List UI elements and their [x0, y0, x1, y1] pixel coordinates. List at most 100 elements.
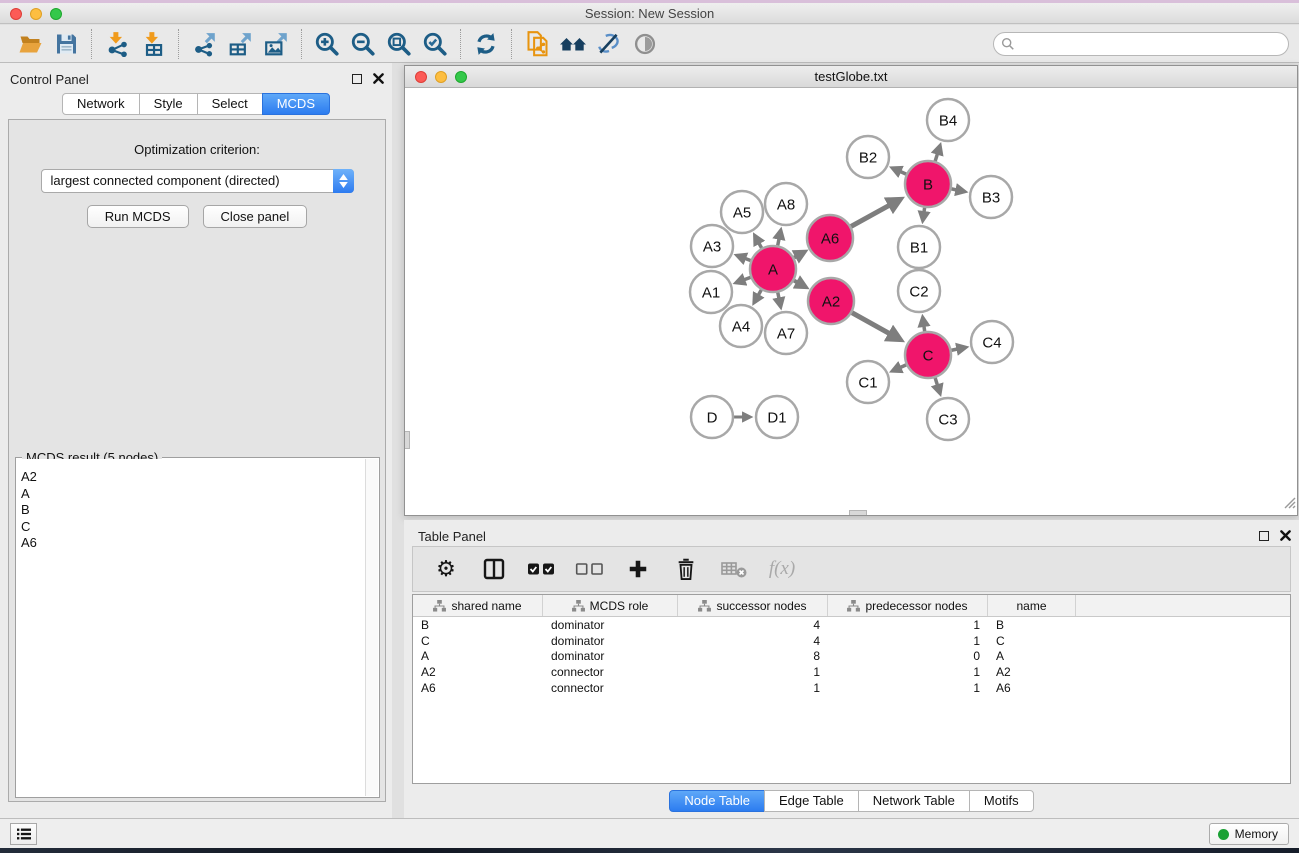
select-all-columns-icon[interactable]	[523, 551, 561, 587]
zoom-out-icon[interactable]	[345, 28, 381, 60]
hide-labels-icon[interactable]	[591, 28, 627, 60]
edge-B-B3[interactable]	[952, 189, 965, 192]
edge-A-A8[interactable]	[778, 230, 781, 245]
bottom-splitter-handle[interactable]	[849, 510, 867, 515]
show-graphics-details-icon[interactable]	[627, 28, 663, 60]
node-C3[interactable]: C3	[927, 398, 969, 440]
export-image-icon[interactable]	[258, 28, 294, 60]
table-tab-network-table[interactable]: Network Table	[858, 790, 970, 812]
import-network-icon[interactable]	[99, 28, 135, 60]
column-header-shared-name[interactable]: shared name	[413, 595, 543, 616]
edge-C-C4[interactable]	[952, 347, 966, 350]
node-D1[interactable]: D1	[756, 396, 798, 438]
node-A3[interactable]: A3	[691, 225, 733, 267]
node-B[interactable]: B	[905, 161, 951, 207]
save-session-icon[interactable]	[48, 28, 84, 60]
table-row[interactable]: Cdominator41C	[413, 633, 1290, 649]
open-session-icon[interactable]	[12, 28, 48, 60]
node-A6[interactable]: A6	[807, 215, 853, 261]
node-B3[interactable]: B3	[970, 176, 1012, 218]
close-table-panel-icon[interactable]	[1280, 530, 1291, 541]
mcds-result-list[interactable]: A2ABCA6	[17, 459, 365, 796]
zoom-selected-icon[interactable]	[417, 28, 453, 60]
node-C[interactable]: C	[905, 332, 951, 378]
node-A8[interactable]: A8	[765, 183, 807, 225]
edge-A-A6[interactable]	[794, 252, 804, 258]
float-panel-icon[interactable]	[352, 74, 362, 84]
edge-B-B1[interactable]	[923, 208, 925, 221]
minimize-window-icon[interactable]	[30, 8, 42, 20]
close-panel-icon[interactable]	[373, 73, 384, 84]
refresh-icon[interactable]	[468, 28, 504, 60]
node-A2[interactable]: A2	[808, 278, 854, 324]
column-header-predecessor-nodes[interactable]: predecessor nodes	[828, 595, 988, 616]
resize-grip-icon[interactable]	[1282, 495, 1296, 514]
zoom-window-icon[interactable]	[50, 8, 62, 20]
edge-A-A2[interactable]	[794, 281, 806, 287]
import-table-icon[interactable]	[135, 28, 171, 60]
tab-select[interactable]: Select	[197, 93, 263, 115]
column-header-name[interactable]: name	[988, 595, 1076, 616]
zoom-in-icon[interactable]	[309, 28, 345, 60]
table-row[interactable]: A6connector11A6	[413, 680, 1290, 696]
node-B4[interactable]: B4	[927, 99, 969, 141]
column-header-successor-nodes[interactable]: successor nodes	[678, 595, 828, 616]
node-D[interactable]: D	[691, 396, 733, 438]
export-table-icon[interactable]	[222, 28, 258, 60]
table-row[interactable]: Bdominator41B	[413, 617, 1290, 633]
edge-A-A5[interactable]	[755, 236, 762, 248]
tab-network[interactable]: Network	[62, 93, 140, 115]
left-splitter-handle[interactable]	[405, 431, 410, 449]
edge-A-A1[interactable]	[736, 277, 750, 282]
edge-B-B2[interactable]	[893, 168, 906, 174]
node-A5[interactable]: A5	[721, 191, 763, 233]
new-network-from-selection-icon[interactable]	[519, 28, 555, 60]
result-item[interactable]: B	[17, 502, 365, 519]
task-history-button[interactable]	[10, 823, 37, 845]
edge-C-C3[interactable]	[935, 378, 940, 393]
node-C4[interactable]: C4	[971, 321, 1013, 363]
result-item[interactable]: A	[17, 486, 365, 503]
tab-mcds[interactable]: MCDS	[262, 93, 330, 115]
edge-B-B4[interactable]	[935, 146, 940, 161]
column-view-icon[interactable]	[475, 551, 513, 587]
edge-A6-B[interactable]	[851, 199, 900, 226]
edge-A-A3[interactable]	[737, 256, 750, 261]
node-C2[interactable]: C2	[898, 270, 940, 312]
node-A7[interactable]: A7	[765, 312, 807, 354]
edge-C-C1[interactable]	[893, 365, 906, 371]
unselect-all-columns-icon[interactable]	[571, 551, 609, 587]
edge-A-A7[interactable]	[778, 293, 781, 307]
network-canvas[interactable]: B4B2BB3A5A8A6B1A3AC2A1A2A4A7C4CC1C3DD1	[405, 88, 1297, 515]
add-column-icon[interactable]	[619, 551, 657, 587]
table-row[interactable]: A2connector11A2	[413, 664, 1290, 680]
delete-column-icon[interactable]	[667, 551, 705, 587]
edge-A2-C[interactable]	[852, 313, 900, 340]
function-builder-icon[interactable]: f(x)	[763, 551, 801, 587]
table-row[interactable]: Adominator80A	[413, 649, 1290, 665]
edge-C-C2[interactable]	[923, 318, 925, 331]
table-tab-node-table[interactable]: Node Table	[669, 790, 765, 812]
result-item[interactable]: A2	[17, 469, 365, 486]
node-B2[interactable]: B2	[847, 136, 889, 178]
node-B1[interactable]: B1	[898, 226, 940, 268]
close-panel-button[interactable]: Close panel	[203, 205, 308, 228]
criterion-dropdown[interactable]: largest connected component (directed)	[41, 169, 354, 193]
result-item[interactable]: C	[17, 519, 365, 536]
node-C1[interactable]: C1	[847, 361, 889, 403]
tab-style[interactable]: Style	[139, 93, 198, 115]
column-header-mcds-role[interactable]: MCDS role	[543, 595, 678, 616]
close-network-window-icon[interactable]	[415, 71, 427, 83]
node-A4[interactable]: A4	[720, 305, 762, 347]
table-settings-icon[interactable]: ⚙	[427, 551, 465, 587]
zoom-fit-icon[interactable]	[381, 28, 417, 60]
zoom-network-window-icon[interactable]	[455, 71, 467, 83]
export-network-icon[interactable]	[186, 28, 222, 60]
table-tab-motifs[interactable]: Motifs	[969, 790, 1034, 812]
edge-A-A4[interactable]	[754, 290, 761, 303]
hubba-houses-icon[interactable]	[555, 28, 591, 60]
table-tab-edge-table[interactable]: Edge Table	[764, 790, 859, 812]
node-A1[interactable]: A1	[690, 271, 732, 313]
close-window-icon[interactable]	[10, 8, 22, 20]
result-item[interactable]: A6	[17, 535, 365, 552]
